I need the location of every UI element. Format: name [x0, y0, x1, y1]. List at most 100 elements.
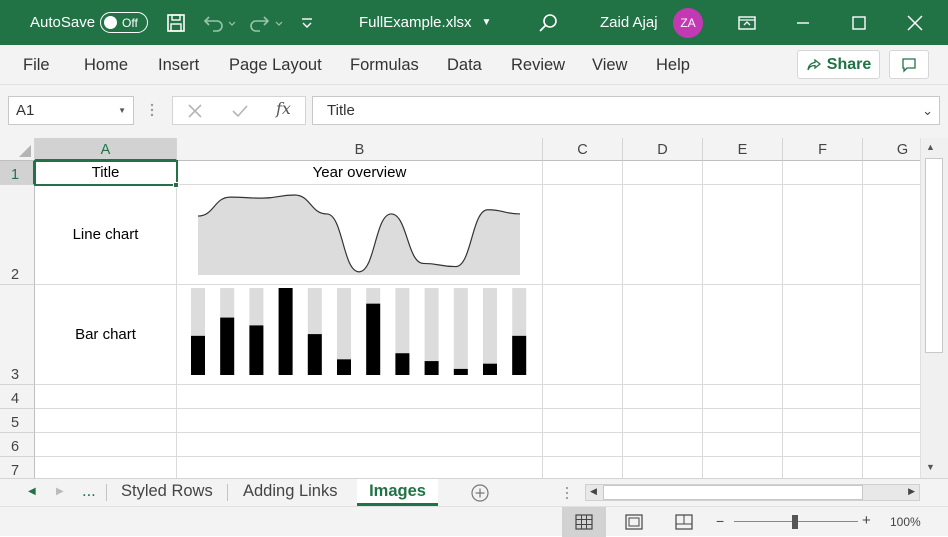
- menu-view[interactable]: View: [592, 45, 627, 85]
- cell-c1[interactable]: [543, 161, 623, 185]
- cell-f3[interactable]: [783, 285, 863, 385]
- horizontal-scrollbar[interactable]: ◀ ▶: [585, 484, 920, 501]
- page-layout-view-button[interactable]: [612, 507, 656, 537]
- cell-g2[interactable]: [863, 185, 920, 285]
- cell-c6[interactable]: [543, 433, 623, 457]
- cell-a4[interactable]: [35, 385, 177, 409]
- avatar[interactable]: ZA: [673, 0, 703, 45]
- file-name[interactable]: FullExample.xlsx ▼: [359, 0, 491, 45]
- ribbon-display-options-icon[interactable]: [724, 0, 770, 45]
- tab-adding-links[interactable]: Adding Links: [243, 479, 337, 506]
- autosave-toggle[interactable]: Off: [100, 0, 148, 45]
- tab-split-handle-icon[interactable]: [565, 486, 569, 505]
- cell-d4[interactable]: [623, 385, 703, 409]
- row-header-3[interactable]: 3: [0, 285, 35, 385]
- scroll-up-icon[interactable]: ▲: [926, 142, 935, 152]
- cell-d5[interactable]: [623, 409, 703, 433]
- cell-f2[interactable]: [783, 185, 863, 285]
- share-button[interactable]: Share: [797, 50, 880, 79]
- cell-e4[interactable]: [703, 385, 783, 409]
- cell-a7[interactable]: [35, 457, 177, 478]
- cell-f5[interactable]: [783, 409, 863, 433]
- cell-e6[interactable]: [703, 433, 783, 457]
- cell-f4[interactable]: [783, 385, 863, 409]
- cell-c7[interactable]: [543, 457, 623, 478]
- row-header-5[interactable]: 5: [0, 409, 35, 433]
- scroll-down-icon[interactable]: ▼: [926, 462, 935, 472]
- cell-a5[interactable]: [35, 409, 177, 433]
- cell-c4[interactable]: [543, 385, 623, 409]
- cell-e7[interactable]: [703, 457, 783, 478]
- cell-g1[interactable]: [863, 161, 920, 185]
- horizontal-scroll-thumb[interactable]: [603, 485, 863, 500]
- cell-b1[interactable]: Year overview: [177, 161, 543, 185]
- minimize-icon[interactable]: [780, 0, 826, 45]
- column-header-f[interactable]: F: [783, 138, 863, 161]
- zoom-in-icon[interactable]: +: [862, 512, 871, 529]
- tab-images[interactable]: Images: [357, 479, 438, 506]
- cell-g5[interactable]: [863, 409, 920, 433]
- cell-e3[interactable]: [703, 285, 783, 385]
- scroll-tabs-right-icon[interactable]: ▶: [56, 486, 64, 497]
- cell-c5[interactable]: [543, 409, 623, 433]
- cell-g3[interactable]: [863, 285, 920, 385]
- vertical-scrollbar[interactable]: ▲ ▼: [920, 138, 948, 478]
- customize-quick-access-icon[interactable]: [298, 0, 316, 45]
- cell-e5[interactable]: [703, 409, 783, 433]
- redo-icon[interactable]: [246, 0, 286, 45]
- cell-a3[interactable]: Bar chart: [35, 285, 177, 385]
- cell-e2[interactable]: [703, 185, 783, 285]
- cancel-icon[interactable]: [187, 103, 203, 124]
- cell-g4[interactable]: [863, 385, 920, 409]
- cell-b4[interactable]: [177, 385, 543, 409]
- cell-d6[interactable]: [623, 433, 703, 457]
- cell-g6[interactable]: [863, 433, 920, 457]
- row-header-1[interactable]: 1: [0, 161, 35, 185]
- undo-icon[interactable]: [199, 0, 239, 45]
- cell-a2[interactable]: Line chart: [35, 185, 177, 285]
- menu-formulas[interactable]: Formulas: [350, 45, 419, 85]
- menu-page-layout[interactable]: Page Layout: [229, 45, 322, 85]
- select-all-corner[interactable]: [0, 138, 35, 161]
- zoom-level[interactable]: 100%: [890, 515, 921, 529]
- close-icon[interactable]: [892, 0, 938, 45]
- row-header-6[interactable]: 6: [0, 433, 35, 457]
- menu-home[interactable]: Home: [84, 45, 128, 85]
- more-sheets-ellipsis[interactable]: ...: [82, 479, 96, 506]
- page-break-view-button[interactable]: [662, 507, 706, 537]
- row-header-4[interactable]: 4: [0, 385, 35, 409]
- name-box[interactable]: A1 ▼: [8, 96, 134, 125]
- scroll-tabs-left-icon[interactable]: ◀: [28, 486, 36, 497]
- scroll-right-icon[interactable]: ▶: [908, 486, 915, 497]
- menu-data[interactable]: Data: [447, 45, 482, 85]
- cell-b6[interactable]: [177, 433, 543, 457]
- cell-c3[interactable]: [543, 285, 623, 385]
- add-sheet-icon[interactable]: [470, 483, 490, 508]
- insert-function-icon[interactable]: fx: [276, 99, 291, 118]
- tab-styled-rows[interactable]: Styled Rows: [121, 479, 213, 506]
- comments-button[interactable]: [889, 50, 929, 79]
- cell-f7[interactable]: [783, 457, 863, 478]
- cell-c2[interactable]: [543, 185, 623, 285]
- cell-b5[interactable]: [177, 409, 543, 433]
- cell-d2[interactable]: [623, 185, 703, 285]
- cell-f1[interactable]: [783, 161, 863, 185]
- cell-d3[interactable]: [623, 285, 703, 385]
- normal-view-button[interactable]: [562, 507, 606, 537]
- menu-help[interactable]: Help: [656, 45, 690, 85]
- enter-icon[interactable]: [231, 103, 249, 124]
- column-header-a[interactable]: A: [35, 138, 177, 161]
- cell-d7[interactable]: [623, 457, 703, 478]
- row-header-7[interactable]: 7: [0, 457, 35, 478]
- cell-e1[interactable]: [703, 161, 783, 185]
- cell-a6[interactable]: [35, 433, 177, 457]
- zoom-out-icon[interactable]: −: [716, 513, 724, 529]
- expand-formula-bar-icon[interactable]: ⌄: [922, 97, 933, 124]
- bar-chart-image[interactable]: [177, 285, 543, 385]
- cell-b7[interactable]: [177, 457, 543, 478]
- scroll-left-icon[interactable]: ◀: [590, 486, 597, 497]
- column-header-c[interactable]: C: [543, 138, 623, 161]
- column-header-b[interactable]: B: [177, 138, 543, 161]
- vertical-scroll-thumb[interactable]: [925, 158, 943, 353]
- menu-file[interactable]: File: [23, 45, 50, 85]
